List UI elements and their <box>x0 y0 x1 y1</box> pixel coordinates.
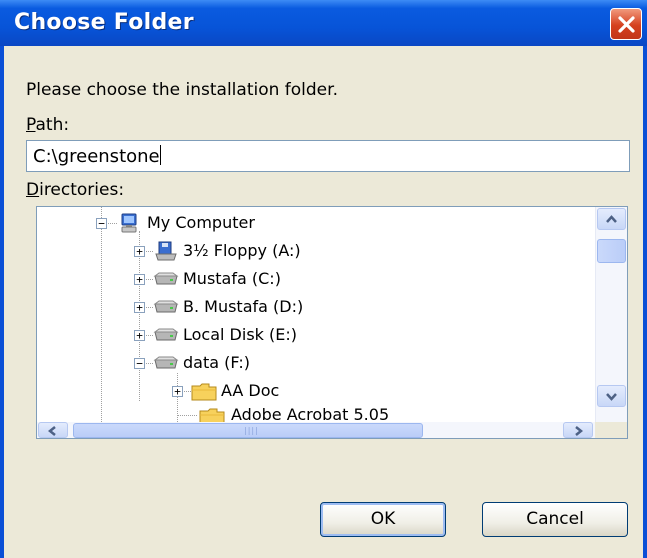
tree-node-drive-e[interactable]: + Local Disk (E:) <box>37 321 595 349</box>
chevron-right-icon <box>575 426 584 436</box>
ok-button[interactable]: OK <box>320 502 446 537</box>
directory-tree[interactable]: − My Computer + 3½ Floppy (A:) + Mustafa… <box>36 206 628 439</box>
hard-drive-icon <box>153 300 179 313</box>
scroll-grip-icon: |||| <box>244 426 259 435</box>
tree-node-floppy[interactable]: + 3½ Floppy (A:) <box>37 237 595 265</box>
my-computer-icon <box>121 213 137 233</box>
folder-icon <box>191 383 217 401</box>
path-label-accesskey: P <box>26 115 36 135</box>
tree-node-drive-f[interactable]: − data (F:) <box>37 349 595 377</box>
scroll-up-button[interactable] <box>597 208 626 230</box>
window-title: Choose Folder <box>14 10 194 35</box>
chevron-down-icon <box>606 393 617 401</box>
horizontal-scrollbar[interactable]: |||| <box>37 422 595 438</box>
choose-folder-window: Choose Folder Please choose the installa… <box>0 0 647 558</box>
hard-drive-icon <box>153 328 179 341</box>
tree-node-label: Local Disk (E:) <box>183 325 297 344</box>
tree-node-label: My Computer <box>147 213 255 232</box>
tree-node-label: B. Mustafa (D:) <box>183 297 304 316</box>
horizontal-scroll-thumb[interactable]: |||| <box>73 423 423 438</box>
expand-toggle[interactable]: + <box>134 330 145 341</box>
path-label-rest: ath: <box>35 115 70 135</box>
tree-node-drive-c[interactable]: + Mustafa (C:) <box>37 265 595 293</box>
chevron-left-icon <box>47 426 56 436</box>
close-button[interactable] <box>610 8 642 40</box>
tree-node-my-computer[interactable]: − My Computer <box>37 209 595 237</box>
path-label: Path: <box>26 115 69 135</box>
directories-label-rest: irectories: <box>39 180 125 200</box>
dialog-body: Please choose the installation folder. P… <box>4 46 643 558</box>
title-bar[interactable]: Choose Folder <box>0 0 647 46</box>
directories-label-accesskey: D <box>26 180 40 200</box>
chevron-up-icon <box>606 215 617 223</box>
tree-node-label: data (F:) <box>183 353 250 372</box>
scroll-left-button[interactable] <box>38 422 68 438</box>
expand-toggle[interactable]: + <box>134 246 145 257</box>
expand-toggle[interactable]: + <box>134 302 145 313</box>
expand-toggle[interactable]: + <box>172 386 183 397</box>
expand-toggle[interactable]: + <box>134 274 145 285</box>
vertical-scrollbar[interactable] <box>595 207 627 422</box>
path-input[interactable]: C:\greenstone <box>26 140 630 172</box>
directories-label: Directories: <box>26 180 124 200</box>
hard-drive-icon <box>153 356 179 369</box>
tree-node-label: Mustafa (C:) <box>183 269 281 288</box>
tree-node-label: 3½ Floppy (A:) <box>183 241 301 260</box>
vertical-scroll-thumb[interactable] <box>597 239 626 263</box>
collapse-toggle[interactable]: − <box>134 358 145 369</box>
scroll-right-button[interactable] <box>563 422 593 438</box>
instruction-text: Please choose the installation folder. <box>26 80 338 100</box>
collapse-toggle[interactable]: − <box>96 218 107 229</box>
scrollbar-corner <box>595 422 627 438</box>
tree-node-drive-d[interactable]: + B. Mustafa (D:) <box>37 293 595 321</box>
close-icon <box>618 16 635 33</box>
hard-drive-icon <box>153 272 179 285</box>
scroll-down-button[interactable] <box>597 385 626 407</box>
text-caret <box>159 145 161 165</box>
cancel-button[interactable]: Cancel <box>482 502 628 537</box>
floppy-drive-icon <box>155 241 177 261</box>
path-value: C:\greenstone <box>33 146 160 167</box>
